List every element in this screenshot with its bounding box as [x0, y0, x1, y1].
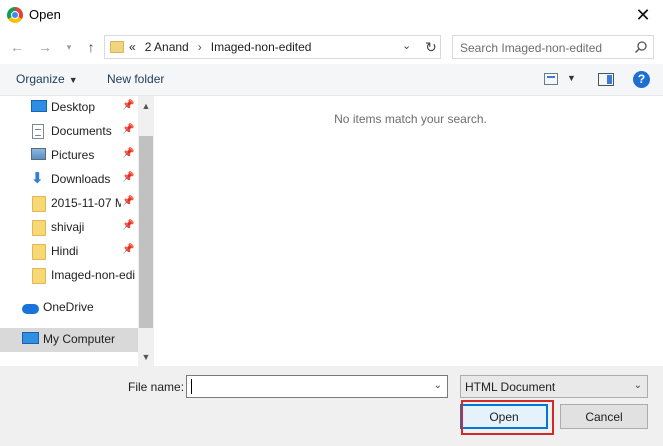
search-input[interactable]: Search Imaged-non-edited — [460, 41, 602, 55]
downloads-icon: ⬇ — [31, 170, 44, 187]
file-list[interactable]: No items match your search. — [156, 96, 663, 366]
sidebar-item-label: shivaji — [51, 220, 85, 234]
arrow-up-icon[interactable]: ↑ — [82, 38, 100, 56]
pin-icon[interactable]: 📌 — [122, 220, 134, 231]
documents-icon — [32, 124, 44, 139]
sidebar-item-label: Imaged-non-edi — [51, 268, 136, 282]
pictures-icon — [31, 148, 46, 160]
breadcrumb-item-imaged-non-edited[interactable]: Imaged-non-edited — [211, 40, 312, 54]
navigation-bar: ← → ▾ ↑ « 2 Anand › Imaged-non-edited ⌄ ↻ S… — [0, 32, 663, 62]
sidebar-item-label: My Computer — [43, 332, 116, 346]
sidebar-item-shivaji[interactable]: shivaji 📌 — [0, 216, 138, 240]
breadcrumb-item-2-anand[interactable]: 2 Anand — [145, 40, 189, 54]
text-cursor — [191, 379, 192, 394]
search-box[interactable]: Search Imaged-non-edited — [452, 35, 654, 59]
address-bar[interactable]: « 2 Anand › Imaged-non-edited ⌄ ↻ — [104, 35, 441, 59]
breadcrumb: « 2 Anand › Imaged-non-edited — [129, 40, 320, 54]
refresh-icon[interactable]: ↻ — [422, 38, 440, 56]
breadcrumb-separator[interactable]: › — [198, 40, 202, 54]
file-type-value: HTML Document — [465, 380, 556, 394]
computer-icon — [22, 332, 39, 344]
scroll-down-icon[interactable]: ▼ — [138, 349, 154, 365]
scroll-up-icon[interactable]: ▲ — [138, 98, 154, 114]
arrow-left-icon[interactable]: ← — [8, 38, 26, 56]
new-folder-button[interactable]: New folder — [107, 72, 164, 86]
file-type-select[interactable]: HTML Document ⌄ — [460, 375, 648, 398]
sidebar-item-pictures[interactable]: Pictures 📌 — [0, 144, 138, 168]
folder-icon — [110, 41, 124, 53]
navigation-pane[interactable]: Desktop 📌 Documents 📌 Pictures 📌 ⬇ Downl… — [0, 96, 154, 366]
pin-icon[interactable]: 📌 — [122, 244, 134, 255]
caret-down-icon: ▼ — [68, 75, 78, 85]
sidebar-item-downloads[interactable]: ⬇ Downloads 📌 — [0, 168, 138, 192]
cancel-button[interactable]: Cancel — [560, 404, 648, 429]
sidebar-item-label: Hindi — [51, 244, 79, 258]
sidebar-item-2015-11-07[interactable]: 2015-11-07 M 📌 — [0, 192, 138, 216]
sidebar-item-label: Desktop — [51, 100, 96, 114]
desktop-icon — [31, 100, 47, 112]
search-icon[interactable] — [634, 40, 648, 54]
sidebar-item-documents[interactable]: Documents 📌 — [0, 120, 138, 144]
title-bar: Open ✕ — [0, 0, 663, 30]
chevron-down-icon[interactable]: ▾ — [60, 38, 78, 56]
command-bar: Organize ▼ New folder ▼ ? — [0, 64, 663, 96]
pin-icon[interactable]: 📌 — [122, 100, 134, 111]
pin-icon[interactable]: 📌 — [122, 124, 134, 135]
empty-message: No items match your search. — [334, 112, 487, 126]
pin-icon[interactable]: 📌 — [122, 148, 134, 159]
breadcrumb-overflow[interactable]: « — [129, 40, 136, 54]
sidebar-item-label: OneDrive — [43, 300, 94, 314]
pin-icon[interactable]: 📌 — [122, 196, 134, 207]
chevron-down-icon[interactable]: ⌄ — [634, 380, 642, 391]
chrome-icon — [7, 7, 23, 23]
sidebar-item-label: Pictures — [51, 148, 95, 162]
pin-icon[interactable]: 📌 — [122, 172, 134, 183]
sidebar-item-label: Documents — [51, 124, 112, 138]
caret-down-icon[interactable]: ▼ — [567, 73, 576, 83]
sidebar-scrollbar[interactable]: ▲ ▼ — [138, 96, 154, 366]
sidebar-item-onedrive[interactable]: OneDrive — [0, 296, 138, 320]
folder-icon — [32, 196, 46, 212]
sidebar-item-my-computer[interactable]: My Computer — [0, 328, 154, 352]
onedrive-icon — [22, 304, 39, 314]
file-name-field[interactable]: ⌄ — [186, 375, 448, 398]
help-icon[interactable]: ? — [633, 71, 650, 88]
organize-button[interactable]: Organize ▼ — [16, 72, 78, 86]
close-icon[interactable]: ✕ — [623, 0, 663, 30]
folder-icon — [32, 268, 46, 284]
view-icon[interactable] — [544, 73, 558, 85]
folder-icon — [32, 244, 46, 260]
preview-pane-icon[interactable] — [598, 73, 614, 86]
sidebar-item-desktop[interactable]: Desktop 📌 — [0, 96, 138, 120]
footer: File name: ⌄ HTML Document ⌄ Open Cancel — [0, 366, 663, 446]
scrollbar-thumb[interactable] — [139, 136, 153, 328]
sidebar-item-label: 2015-11-07 M — [51, 196, 121, 210]
sidebar-item-label: Downloads — [51, 172, 111, 186]
window-title: Open — [29, 7, 61, 22]
organize-label: Organize — [16, 72, 65, 86]
folder-icon — [32, 220, 46, 236]
chevron-down-icon[interactable]: ⌄ — [434, 380, 442, 391]
highlight-box — [461, 400, 554, 435]
file-name-label: File name: — [128, 380, 185, 394]
sidebar-item-imaged-non-edited[interactable]: Imaged-non-edi — [0, 264, 138, 288]
arrow-right-icon[interactable]: → — [36, 38, 54, 56]
sidebar-item-hindi[interactable]: Hindi 📌 — [0, 240, 138, 264]
address-dropdown-icon[interactable]: ⌄ — [402, 39, 411, 52]
